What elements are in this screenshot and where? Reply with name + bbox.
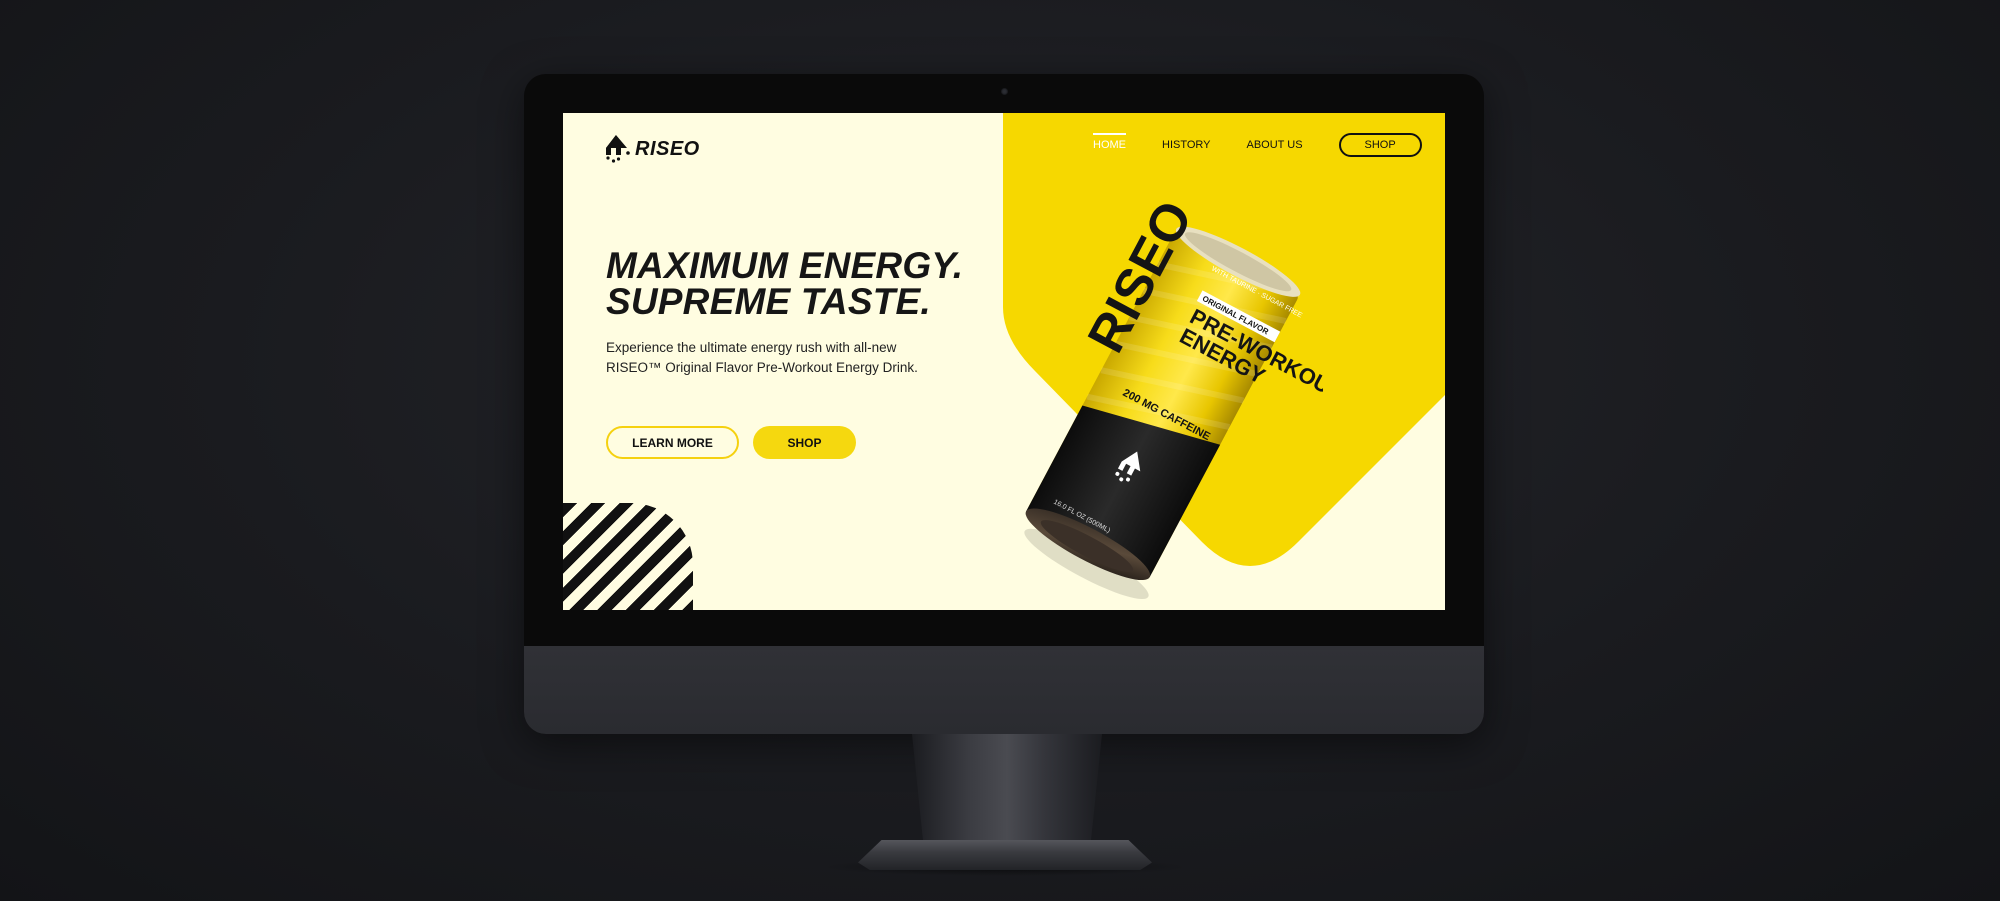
brand-name: RISEO bbox=[635, 137, 700, 160]
headline-line-1: MAXIMUM ENERGY. bbox=[606, 245, 964, 286]
headline-line-2: SUPREME TASTE. bbox=[606, 281, 931, 322]
nav-about-us[interactable]: ABOUT US bbox=[1247, 133, 1303, 157]
hero-headline: MAXIMUM ENERGY. SUPREME TASTE. bbox=[606, 245, 964, 322]
nav-shop-button[interactable]: SHOP bbox=[1338, 133, 1422, 157]
energy-drink-can: RISEO ORIGINAL FLAVOR PRE-WORKOUT ENERGY… bbox=[1024, 193, 1323, 600]
website-screen: RISEO HOME HISTORY ABOUT US SHOP MAXIMUM… bbox=[563, 113, 1445, 610]
arrow-drip-icon bbox=[606, 135, 630, 163]
monitor-base bbox=[858, 840, 1152, 870]
main-nav: HOME HISTORY ABOUT US SHOP bbox=[1093, 133, 1422, 157]
monitor-chin bbox=[524, 646, 1484, 734]
monitor-stand bbox=[912, 734, 1102, 844]
camera-dot bbox=[1001, 88, 1008, 95]
nav-history[interactable]: HISTORY bbox=[1162, 133, 1211, 157]
shop-button[interactable]: SHOP bbox=[753, 426, 856, 459]
nav-home[interactable]: HOME bbox=[1093, 133, 1126, 157]
striped-decoration bbox=[563, 503, 693, 610]
hero-subtext: Experience the ultimate energy rush with… bbox=[606, 340, 918, 375]
brand-logo[interactable]: RISEO bbox=[604, 134, 700, 164]
learn-more-button[interactable]: LEARN MORE bbox=[606, 426, 739, 459]
